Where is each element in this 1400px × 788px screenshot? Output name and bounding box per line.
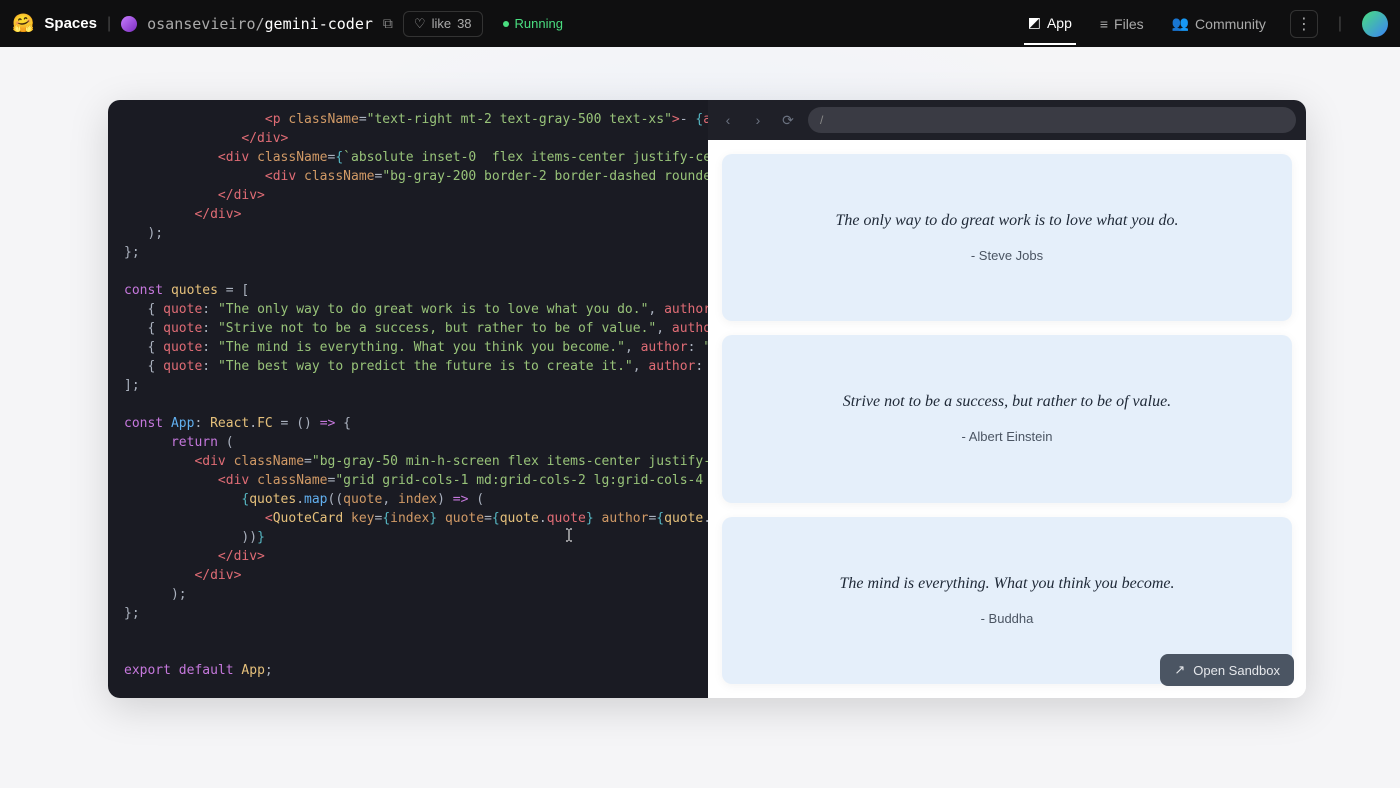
repo-name[interactable]: gemini-coder [265, 15, 373, 33]
main-panel: <p className="text-right mt-2 text-gray-… [108, 100, 1306, 698]
reload-icon[interactable]: ⟳ [778, 112, 798, 129]
external-link-icon: ↗ [1174, 662, 1185, 678]
url-text: / [820, 113, 823, 127]
owner-avatar-icon[interactable] [121, 16, 137, 32]
quote-author: - Steve Jobs [971, 248, 1043, 263]
preview-toolbar: ‹ › ⟳ / [708, 100, 1306, 140]
nav-community[interactable]: 👥 Community [1168, 3, 1270, 44]
quote-author: - Buddha [981, 611, 1034, 626]
divider: | [1338, 15, 1342, 33]
heart-icon: ♡ [414, 16, 426, 32]
open-sandbox-button[interactable]: ↗ Open Sandbox [1160, 654, 1294, 686]
nav-files[interactable]: ≡ Files [1096, 4, 1148, 44]
owner-name[interactable]: osansevieiro [147, 15, 255, 33]
status-text: Running [515, 16, 563, 31]
like-button[interactable]: ♡ like 38 [403, 11, 483, 37]
topbar: 🤗 Spaces | osansevieiro/gemini-coder ⧉ ♡… [0, 0, 1400, 47]
topbar-left: 🤗 Spaces | osansevieiro/gemini-coder ⧉ ♡… [12, 11, 573, 37]
status-dot-icon [503, 21, 509, 27]
back-icon[interactable]: ‹ [718, 112, 738, 128]
quote-card: The only way to do great work is to love… [722, 154, 1292, 321]
code-content[interactable]: <p className="text-right mt-2 text-gray-… [124, 110, 692, 680]
open-sandbox-label: Open Sandbox [1193, 663, 1280, 678]
forward-icon[interactable]: › [748, 112, 768, 128]
brand-label[interactable]: Spaces [44, 15, 97, 32]
topbar-right: ◩ App ≡ Files 👥 Community ⋮ | [1024, 2, 1388, 45]
status-badge: Running [493, 12, 573, 35]
quote-text: The only way to do great work is to love… [836, 212, 1179, 230]
more-button[interactable]: ⋮ [1290, 10, 1318, 38]
nav-app[interactable]: ◩ App [1024, 2, 1076, 45]
hf-logo-icon[interactable]: 🤗 [12, 13, 34, 34]
copy-icon[interactable]: ⧉ [383, 15, 393, 32]
community-icon: 👥 [1172, 15, 1189, 32]
like-label: like [432, 16, 452, 31]
preview-body: The only way to do great work is to love… [708, 140, 1306, 698]
like-count: 38 [457, 16, 471, 31]
preview-pane: ‹ › ⟳ / The only way to do great work is… [708, 100, 1306, 698]
quote-author: - Albert Einstein [961, 429, 1052, 444]
quote-text: Strive not to be a success, but rather t… [843, 393, 1171, 411]
code-editor[interactable]: <p className="text-right mt-2 text-gray-… [108, 100, 708, 698]
quote-text: The mind is everything. What you think y… [839, 575, 1174, 593]
repo-path[interactable]: osansevieiro/gemini-coder [147, 15, 373, 33]
quote-card: Strive not to be a success, but rather t… [722, 335, 1292, 502]
dots-icon: ⋮ [1296, 14, 1312, 34]
user-avatar[interactable] [1362, 11, 1388, 37]
files-icon: ≡ [1100, 16, 1108, 32]
url-bar[interactable]: / [808, 107, 1296, 133]
divider: | [107, 15, 111, 33]
app-icon: ◩ [1028, 14, 1041, 31]
